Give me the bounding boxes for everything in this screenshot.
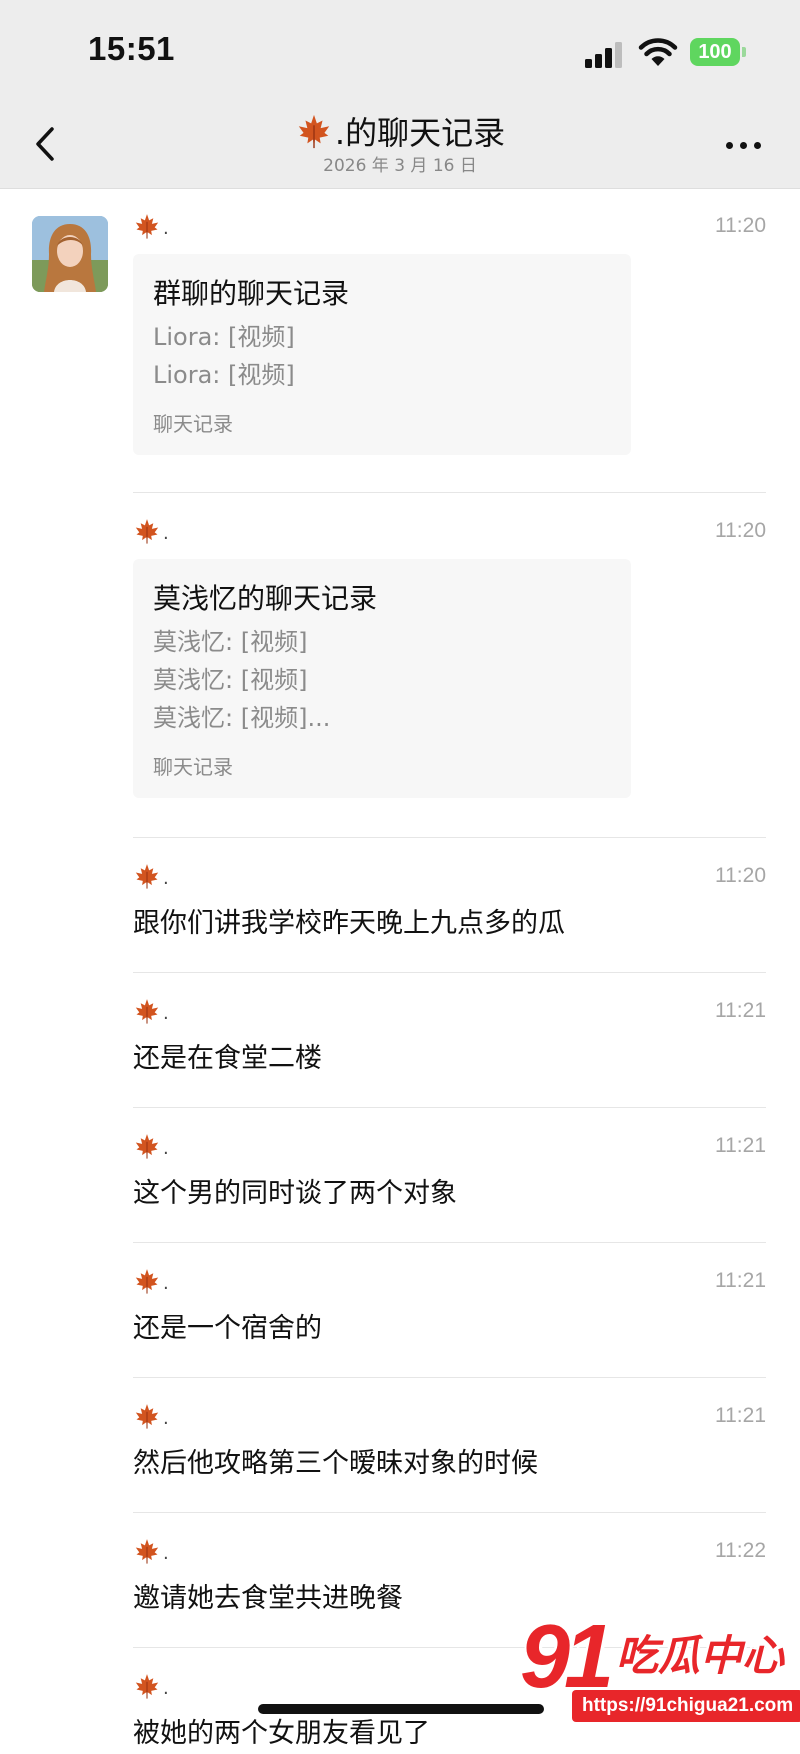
message-time: 11:21 [715, 1404, 766, 1427]
sender-name: . [133, 997, 169, 1027]
message-header: . 11:20 [133, 862, 766, 892]
sender-name: . [133, 862, 169, 892]
message-header: . 11:20 [133, 212, 766, 242]
message-item: . 11:22 邀请她去食堂共进晚餐 [133, 1537, 766, 1619]
sender-name-text: . [163, 523, 169, 544]
status-bar: 15:51 100 [0, 0, 800, 100]
page-subtitle-date: 2026 年 3 月 16 日 [323, 156, 477, 176]
message-time: 11:22 [715, 1539, 766, 1562]
maple-leaf-icon [135, 999, 159, 1024]
message-time: 11:21 [715, 1134, 766, 1157]
battery-cap [742, 47, 746, 57]
chat-history-card[interactable]: 群聊的聊天记录 Liora: [视频] Liora: [视频] 聊天记录 [133, 254, 631, 455]
card-preview-line: 莫浅忆: [视频]... [153, 704, 331, 732]
maple-leaf-icon [135, 1674, 159, 1699]
card-title: 群聊的聊天记录 [153, 277, 350, 310]
sender-name-text: . [163, 1273, 169, 1294]
message-item: . 11:21 这个男的同时谈了两个对象 [133, 1132, 766, 1214]
message-divider [133, 1512, 766, 1513]
avatar-portrait [32, 216, 108, 292]
message-item: . 11:20 莫浅忆的聊天记录 莫浅忆: [视频] 莫浅忆: [视频] 莫浅忆… [133, 517, 766, 798]
card-title: 莫浅忆的聊天记录 [153, 582, 378, 615]
nav-bar: .的聊天记录 2026 年 3 月 16 日 [0, 100, 800, 189]
avatar[interactable] [32, 216, 108, 292]
maple-leaf-icon [135, 519, 159, 544]
message-header: . 11:21 [133, 1132, 766, 1162]
sender-name: . [133, 1402, 169, 1432]
message-header: . 11:22 [133, 1537, 766, 1567]
status-time: 15:51 [88, 30, 175, 67]
sender-name: . [133, 1267, 169, 1297]
maple-leaf-icon [135, 864, 159, 889]
message-text: 还是在食堂二楼 [133, 1043, 322, 1074]
sender-name-text: . [163, 1408, 169, 1429]
sender-name-text: . [163, 1138, 169, 1159]
battery-indicator: 100 [690, 38, 740, 66]
card-preview-line: Liora: [视频] [153, 361, 295, 389]
message-divider [133, 1107, 766, 1108]
message-divider [133, 492, 766, 493]
cellular-signal-icon [585, 38, 627, 68]
message-header: . 11:21 [133, 997, 766, 1027]
maple-leaf-icon [135, 214, 159, 239]
card-preview-line: 莫浅忆: [视频] [153, 666, 308, 694]
message-item: . 11:21 还是一个宿舍的 [133, 1267, 766, 1349]
card-preview-line: 莫浅忆: [视频] [153, 628, 308, 656]
message-text: 跟你们讲我学校昨天晚上九点多的瓜 [133, 908, 565, 939]
sender-name-text: . [163, 218, 169, 239]
watermark-url: https://91chigua21.com [572, 1690, 800, 1722]
message-time: 11:20 [715, 519, 766, 542]
sender-name: . [133, 1672, 169, 1702]
page-title-text: .的聊天记录 [334, 114, 506, 152]
message-divider [133, 1377, 766, 1378]
message-header: . 11:21 [133, 1402, 766, 1432]
maple-leaf-icon [298, 114, 330, 149]
wifi-icon [638, 38, 678, 66]
message-item: . 11:20 群聊的聊天记录 Liora: [视频] Liora: [视频] … [133, 212, 766, 455]
message-time: 11:21 [715, 1269, 766, 1292]
watermark-logo: 91 吃瓜中心 https://91chigua21.com [520, 1607, 800, 1733]
card-footer: 聊天记录 [153, 412, 233, 436]
message-header: . 11:21 [133, 1267, 766, 1297]
message-item: . 11:21 然后他攻略第三个暧昧对象的时候 [133, 1402, 766, 1484]
message-divider [133, 1242, 766, 1243]
message-time: 11:20 [715, 864, 766, 887]
chat-history-card[interactable]: 莫浅忆的聊天记录 莫浅忆: [视频] 莫浅忆: [视频] 莫浅忆: [视频]..… [133, 559, 631, 798]
sender-name: . [133, 1132, 169, 1162]
more-options-icon[interactable] [722, 130, 766, 160]
message-item: . 11:20 跟你们讲我学校昨天晚上九点多的瓜 [133, 862, 766, 944]
message-text: 然后他攻略第三个暧昧对象的时候 [133, 1448, 538, 1479]
message-text: 还是一个宿舍的 [133, 1313, 322, 1344]
sender-name-text: . [163, 868, 169, 889]
message-time: 11:20 [715, 214, 766, 237]
sender-name-text: . [163, 1678, 169, 1699]
watermark-text: 吃瓜中心 [616, 1631, 785, 1680]
message-item: . 11:21 还是在食堂二楼 [133, 997, 766, 1079]
home-indicator[interactable] [258, 1704, 544, 1714]
maple-leaf-icon [135, 1134, 159, 1159]
sender-name-text: . [163, 1543, 169, 1564]
message-text: 这个男的同时谈了两个对象 [133, 1178, 457, 1209]
card-preview-line: Liora: [视频] [153, 323, 295, 351]
maple-leaf-icon [135, 1404, 159, 1429]
maple-leaf-icon [135, 1539, 159, 1564]
card-footer: 聊天记录 [153, 755, 233, 779]
sender-name: . [133, 212, 169, 242]
message-time: 11:21 [715, 999, 766, 1022]
maple-leaf-icon [135, 1269, 159, 1294]
message-divider [133, 972, 766, 973]
sender-name: . [133, 1537, 169, 1567]
page-title: .的聊天记录 [0, 108, 800, 154]
sender-name: . [133, 517, 169, 547]
sender-name-text: . [163, 1003, 169, 1024]
message-divider [133, 837, 766, 838]
message-header: . 11:20 [133, 517, 766, 547]
